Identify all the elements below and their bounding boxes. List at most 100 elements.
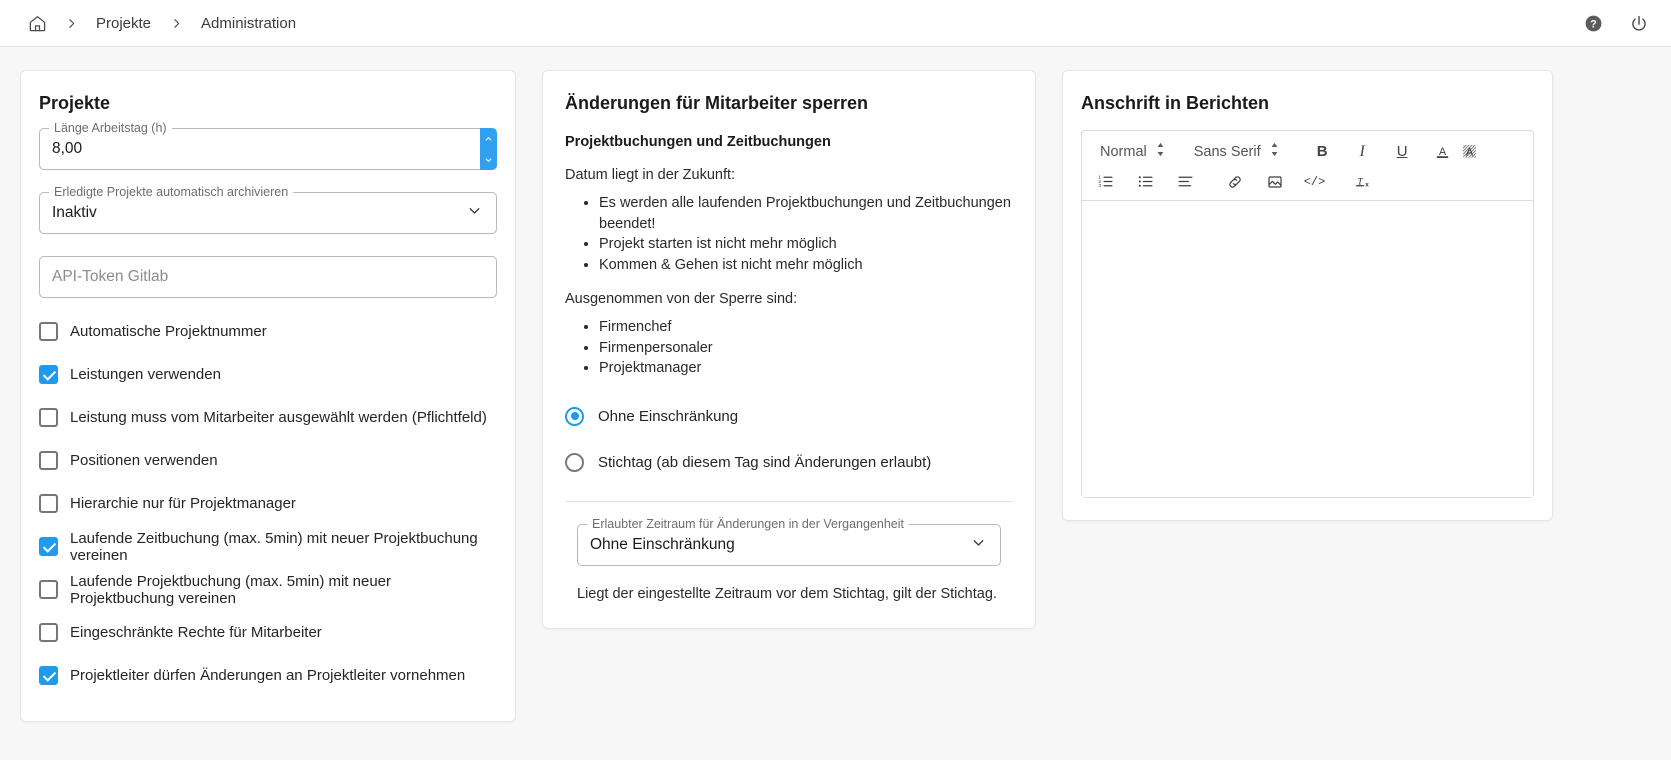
allowed-period-label: Erlaubter Zeitraum für Änderungen in der… — [587, 517, 909, 532]
page-title: Projekte — [39, 93, 111, 113]
list-item: Firmenchef — [599, 317, 1013, 338]
checkbox-label: Laufende Zeitbuchung (max. 5min) mit neu… — [70, 529, 478, 564]
address-title: Anschrift in Berichten — [1081, 93, 1270, 113]
checkbox-row[interactable]: Leistung muss vom Mitarbeiter ausgewählt… — [39, 396, 497, 439]
editor-toolbar: Normal Sans Serif B I U A A 1 2 3 </> T … — [1082, 131, 1533, 201]
font-family-select[interactable]: Sans Serif — [1186, 142, 1287, 161]
stepper-up-icon[interactable] — [483, 128, 494, 149]
font-family-value: Sans Serif — [1193, 143, 1261, 160]
page-content: Projekte Länge Arbeitstag (h) 8,00 Erled… — [0, 47, 1671, 722]
chevron-down-icon[interactable] — [466, 202, 483, 224]
breadcrumb-separator-2 — [159, 6, 193, 40]
highlight-color-icon[interactable]: A — [1456, 140, 1483, 164]
auto-archive-label: Erledigte Projekte automatisch archivier… — [49, 185, 294, 199]
toolbar-row-2: 1 2 3 </> T x — [1092, 169, 1523, 194]
power-icon[interactable] — [1627, 12, 1651, 36]
block-format-select[interactable]: Normal — [1092, 142, 1173, 161]
card-aenderungen-sperren: Änderungen für Mitarbeiter sperren Proje… — [542, 70, 1036, 630]
editor-content-area[interactable] — [1082, 201, 1533, 497]
api-token-input[interactable]: API-Token Gitlab — [39, 256, 497, 298]
card-anschrift-in-berichten: Anschrift in Berichten Normal Sans Serif — [1062, 70, 1553, 521]
checkbox-label: Hierarchie nur für Projektmanager — [70, 495, 296, 512]
checkbox-row[interactable]: Leistungen verwenden — [39, 353, 497, 396]
checkbox-row[interactable]: Projektleiter dürfen Änderungen an Proje… — [39, 654, 497, 697]
checkbox-projektleiter-aenderungen[interactable] — [39, 666, 58, 685]
radio-stichtag[interactable] — [565, 452, 584, 472]
breadcrumb: Projekte Administration — [20, 6, 304, 40]
text-color-icon[interactable]: A — [1429, 140, 1456, 164]
list-item: Firmenpersonaler — [599, 338, 1013, 359]
topbar-actions: ? — [1581, 0, 1651, 47]
radio-row-stichtag[interactable]: Stichtag (ab diesem Tag sind Änderungen … — [565, 441, 1013, 483]
checkbox-automatische-projektnummer[interactable] — [39, 322, 58, 341]
card-projekte: Projekte Länge Arbeitstag (h) 8,00 Erled… — [20, 70, 516, 722]
allowed-period-select[interactable]: Erlaubter Zeitraum für Änderungen in der… — [577, 517, 1001, 567]
radio-label: Stichtag (ab diesem Tag sind Änderungen … — [598, 453, 932, 471]
checkbox-label: Positionen verwenden — [70, 452, 218, 469]
exempt-intro-text: Ausgenommen von der Sperre sind: — [565, 291, 798, 308]
svg-text:A: A — [1439, 145, 1447, 157]
chevron-down-icon[interactable] — [970, 534, 987, 556]
checkbox-zeitbuchung-vereinen[interactable] — [39, 537, 58, 556]
svg-text:A: A — [1466, 146, 1474, 158]
align-icon[interactable] — [1172, 170, 1199, 194]
breadcrumb-item-projekte[interactable]: Projekte — [88, 15, 159, 32]
stichtag-note: Liegt der eingestellte Zeitraum vor dem … — [577, 586, 997, 603]
checkbox-row[interactable]: Positionen verwenden — [39, 439, 497, 482]
topbar: Projekte Administration ? — [0, 0, 1671, 47]
list-item: Projekt starten ist nicht mehr möglich — [599, 234, 1013, 255]
checkbox-label: Automatische Projektnummer — [70, 323, 267, 340]
checkbox-leistungen-verwenden[interactable] — [39, 365, 58, 384]
divider — [565, 501, 1013, 503]
radio-ohne-einschraenkung[interactable] — [565, 406, 584, 426]
checkbox-leistung-pflichtfeld[interactable] — [39, 408, 58, 427]
future-consequences-list: Es werden alle laufenden Projektbuchunge… — [565, 193, 1013, 275]
breadcrumb-separator-1 — [54, 6, 88, 40]
updown-arrows-icon — [1270, 142, 1279, 161]
breadcrumb-item-administration[interactable]: Administration — [193, 15, 304, 32]
clear-format-icon[interactable]: T x — [1350, 170, 1377, 194]
italic-icon[interactable]: I — [1349, 140, 1376, 164]
radio-row-ohne-einschraenkung[interactable]: Ohne Einschränkung — [565, 395, 1013, 437]
api-token-placeholder: API-Token Gitlab — [52, 268, 169, 285]
block-format-value: Normal — [1100, 143, 1147, 160]
ordered-list-icon[interactable]: 1 2 3 — [1092, 170, 1119, 194]
bullet-list-icon[interactable] — [1132, 170, 1159, 194]
checkbox-positionen-verwenden[interactable] — [39, 451, 58, 470]
checkbox-hierarchie-projektmanager[interactable] — [39, 494, 58, 513]
future-intro-text: Datum liegt in der Zukunft: — [565, 167, 736, 183]
workday-length-label: Länge Arbeitstag (h) — [49, 121, 172, 135]
project-options-list: Automatische Projektnummer Leistungen ve… — [39, 310, 497, 697]
underline-icon[interactable]: U — [1389, 140, 1416, 164]
workday-length-value: 8,00 — [52, 140, 83, 157]
checkbox-row[interactable]: Automatische Projektnummer — [39, 310, 497, 353]
checkbox-label: Leistungen verwenden — [70, 366, 221, 383]
checkbox-eingeschraenkte-rechte[interactable] — [39, 623, 58, 642]
lock-title: Änderungen für Mitarbeiter sperren — [565, 93, 869, 113]
link-icon[interactable] — [1221, 170, 1248, 194]
checkbox-row[interactable]: Eingeschränkte Rechte für Mitarbeiter — [39, 611, 497, 654]
image-icon[interactable] — [1261, 170, 1288, 194]
svg-text:?: ? — [1590, 18, 1597, 30]
checkbox-projektbuchung-vereinen[interactable] — [39, 580, 58, 599]
home-icon[interactable] — [20, 6, 54, 40]
number-stepper[interactable] — [480, 128, 497, 170]
code-icon[interactable]: </> — [1301, 170, 1328, 194]
stepper-down-icon[interactable] — [483, 149, 494, 170]
lock-subheading: Projektbuchungen und Zeitbuchungen — [565, 134, 831, 150]
checkbox-row[interactable]: Laufende Projektbuchung (max. 5min) mit … — [39, 568, 497, 611]
auto-archive-select[interactable]: Erledigte Projekte automatisch archivier… — [39, 185, 497, 234]
auto-archive-value: Inaktiv — [52, 204, 97, 221]
checkbox-label: Projektleiter dürfen Änderungen an Proje… — [70, 667, 466, 684]
period-select-wrapper: Erlaubter Zeitraum für Änderungen in der… — [565, 517, 1013, 567]
checkbox-row[interactable]: Hierarchie nur für Projektmanager — [39, 482, 497, 525]
list-item: Projektmanager — [599, 358, 1013, 379]
list-item: Es werden alle laufenden Projektbuchunge… — [599, 193, 1013, 234]
help-circle-icon[interactable]: ? — [1581, 12, 1605, 36]
rich-text-editor: Normal Sans Serif B I U A A 1 2 3 </> T … — [1081, 130, 1534, 498]
updown-arrows-icon — [1156, 142, 1165, 161]
checkbox-row[interactable]: Laufende Zeitbuchung (max. 5min) mit neu… — [39, 525, 497, 568]
radio-label: Ohne Einschränkung — [598, 407, 739, 425]
workday-length-field[interactable]: Länge Arbeitstag (h) 8,00 — [39, 121, 497, 170]
bold-icon[interactable]: B — [1309, 140, 1336, 164]
